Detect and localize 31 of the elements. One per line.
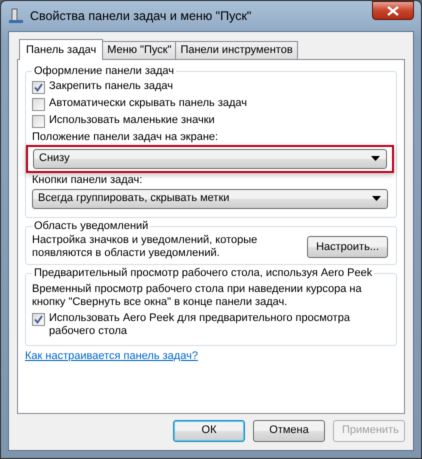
field-label: Кнопки панели задач: xyxy=(32,174,144,187)
checkbox[interactable] xyxy=(32,312,45,326)
close-button[interactable] xyxy=(372,1,414,20)
window-title: Свойства панели задач и меню "Пуск" xyxy=(30,8,252,24)
description-text: Настройка значков и уведомлений, которые появляются в области уведомлений. xyxy=(32,234,258,260)
group-title: Оформление панели задач xyxy=(33,65,176,78)
field-label: Положение панели задач на экране: xyxy=(32,131,220,145)
help-link[interactable]: Как настраивается панель задач? xyxy=(25,350,198,364)
tab[interactable]: Панели инструментов xyxy=(175,41,298,60)
tab[interactable]: Панель задач xyxy=(19,39,104,60)
dialog-button[interactable]: ОК xyxy=(173,420,245,442)
checkbox[interactable] xyxy=(32,81,45,94)
app-icon xyxy=(8,8,24,24)
description-text: Временный просмотр рабочего стола при наведении курсора на кнопку "Свернуть все окна" в конце панели задач. xyxy=(32,282,363,309)
checkbox-label: Закрепить панель задач xyxy=(49,80,174,94)
checkbox-label: Использовать Aero Peek для предварительного просмотра рабочего стола xyxy=(49,312,351,338)
dialog-button[interactable]: Отмена xyxy=(253,420,325,442)
checkbox-label: Использовать маленькие значки xyxy=(49,114,215,128)
tab[interactable]: Меню "Пуск" xyxy=(102,41,176,60)
dropdown[interactable]: Всегда группировать, скрывать метки xyxy=(32,188,388,209)
group-title: Предварительный просмотр рабочего стола, используя Aero Peek xyxy=(33,267,374,280)
customize-button[interactable]: Настроить... xyxy=(307,236,388,258)
checkbox[interactable] xyxy=(32,115,45,128)
checkbox[interactable] xyxy=(32,98,45,112)
dropdown-arrow-icon xyxy=(371,156,380,162)
group-title: Область уведомлений xyxy=(33,220,150,233)
checkbox-label: Автоматически скрывать панель задач xyxy=(49,97,248,111)
dialog-button: Применить xyxy=(333,420,405,442)
close-icon xyxy=(387,6,399,16)
dropdown-arrow-icon xyxy=(372,196,381,202)
dropdown[interactable]: Снизу xyxy=(33,148,387,169)
